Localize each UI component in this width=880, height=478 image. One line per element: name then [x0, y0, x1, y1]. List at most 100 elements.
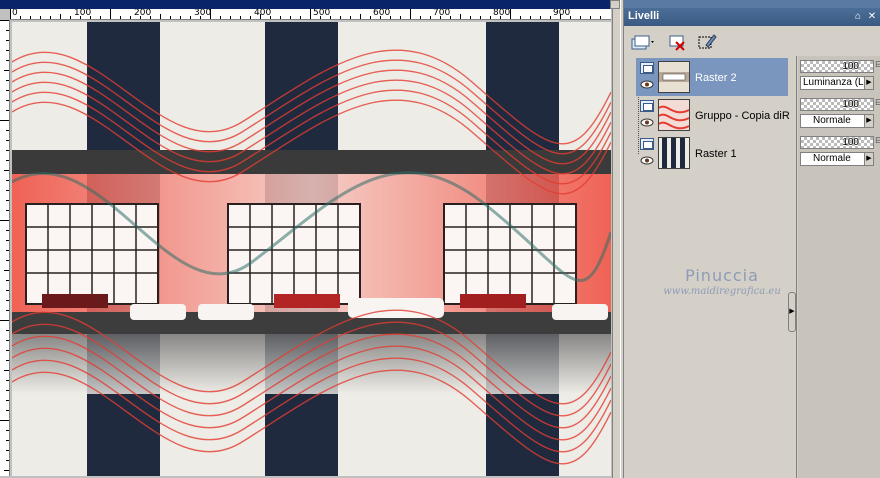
new-layer-icon — [631, 35, 654, 50]
lock-icon[interactable]: ⋿ — [875, 60, 880, 72]
ruler-tick — [6, 140, 9, 141]
ruler-tick — [100, 16, 101, 19]
blend-mode-select[interactable]: Luminanza (L) ▶ — [800, 76, 874, 90]
ruler-tick — [80, 16, 81, 19]
ruler-tick — [6, 290, 9, 291]
ruler-tick — [210, 9, 211, 19]
scroll-up-button[interactable] — [610, 0, 620, 9]
layer-properties-column: 100 ⋿ Luminanza (L) ▶ 100 ⋿ Normale ▶ 100 … — [798, 56, 880, 478]
ruler-tick — [470, 16, 471, 19]
ruler-tick — [440, 16, 441, 19]
palette-top-strip — [624, 0, 880, 8]
ruler-label: 100 — [74, 9, 92, 18]
blend-mode-select[interactable]: Normale ▶ — [800, 114, 874, 128]
ruler-label: 700 — [433, 9, 451, 18]
blend-mode-value: Normale — [813, 115, 851, 126]
chevron-right-icon[interactable]: ▶ — [864, 115, 873, 127]
ruler-tick — [6, 160, 9, 161]
opacity-slider[interactable]: 100 — [800, 60, 874, 73]
ruler-tick — [40, 16, 41, 19]
ruler-tick — [390, 16, 391, 19]
ruler-tick — [160, 14, 161, 19]
ruler-tick — [0, 420, 9, 421]
artwork — [12, 22, 611, 476]
layer-type-icon — [640, 100, 654, 112]
ruler-label: 0 — [12, 9, 18, 18]
ruler-tick — [4, 70, 9, 71]
delete-layer-button[interactable] — [666, 31, 688, 53]
ruler-tick — [60, 14, 61, 19]
layer-name: Gruppo - Copia diRaster — [695, 110, 789, 122]
ruler-tick — [70, 16, 71, 19]
layer-thumbnail — [658, 61, 690, 93]
ruler-tick — [130, 16, 131, 19]
ruler-tick — [6, 250, 9, 251]
ruler-tick — [6, 410, 9, 411]
ruler-tick — [6, 240, 9, 241]
watermark-name: Pinuccia — [685, 266, 759, 285]
ruler-tick — [480, 16, 481, 19]
chevron-right-icon[interactable]: ▶ — [864, 77, 873, 89]
eye-icon[interactable] — [640, 80, 654, 89]
ruler-tick — [6, 60, 9, 61]
ruler-tick — [360, 14, 361, 19]
ruler-tick — [150, 16, 151, 19]
document-image[interactable] — [12, 22, 611, 476]
layer-row-raster-2[interactable]: Raster 2 — [636, 58, 788, 96]
ruler-tick — [6, 310, 9, 311]
blend-mode-select[interactable]: Normale ▶ — [800, 152, 874, 166]
eye-icon[interactable] — [640, 156, 654, 165]
ruler-tick — [530, 16, 531, 19]
ruler-label: 500 — [313, 9, 331, 18]
chevron-right-icon[interactable]: ▶ — [864, 153, 873, 165]
lock-icon[interactable]: ⋿ — [875, 136, 880, 148]
collapse-handle[interactable]: ▶ — [788, 292, 796, 332]
ruler-tick — [90, 16, 91, 19]
ruler-tick — [6, 100, 9, 101]
ruler-tick — [0, 120, 9, 121]
ruler-tick — [330, 16, 331, 19]
opacity-slider[interactable]: 100 — [800, 98, 874, 111]
vertical-scrollbar[interactable] — [612, 9, 620, 478]
ruler-label: 300 — [194, 9, 212, 18]
lock-icon[interactable]: ⋿ — [875, 98, 880, 110]
ruler-tick — [120, 16, 121, 19]
ruler-tick — [240, 16, 241, 19]
ruler-tick — [6, 260, 9, 261]
layer-type-icon — [640, 138, 654, 150]
ruler-tick — [450, 16, 451, 19]
eye-icon[interactable] — [640, 118, 654, 127]
ruler-tick — [250, 16, 251, 19]
palette-titlebar[interactable]: Livelli ⌂ ✕ — [624, 8, 880, 26]
layer-row-raster-1[interactable]: Raster 1 — [636, 134, 788, 172]
opacity-slider[interactable]: 100 — [800, 136, 874, 149]
ruler-tick — [290, 16, 291, 19]
ruler-tick — [410, 9, 411, 19]
layer-props-gruppo: 100 ⋿ Normale ▶ — [798, 96, 880, 134]
document-titlebar[interactable] — [0, 0, 620, 9]
close-icon[interactable]: ✕ — [866, 11, 878, 23]
ruler-tick — [6, 450, 9, 451]
ruler-tick — [0, 220, 9, 221]
edit-selection-button[interactable] — [696, 31, 718, 53]
ruler-tick — [20, 16, 21, 19]
layer-row-gruppo[interactable]: Gruppo - Copia diRaster — [636, 96, 789, 134]
ruler-tick — [420, 16, 421, 19]
ruler-tick — [6, 430, 9, 431]
ruler-tick — [430, 16, 431, 19]
ruler-tick — [370, 16, 371, 19]
ruler-tick — [260, 14, 261, 19]
watermark: Pinuccia www.maidiregrafica.eu — [636, 266, 808, 297]
watermark-url: www.maidiregrafica.eu — [663, 286, 781, 297]
new-layer-button[interactable] — [628, 31, 658, 53]
ruler-tick — [6, 30, 9, 31]
ruler-tick — [6, 180, 9, 181]
ruler-tick — [200, 16, 201, 19]
ruler-tick — [6, 40, 9, 41]
ruler-tick — [6, 210, 9, 211]
layer-type-icon — [640, 62, 654, 74]
pin-icon[interactable]: ⌂ — [852, 11, 864, 23]
layer-name: Raster 1 — [695, 148, 737, 160]
ruler-tick — [140, 16, 141, 19]
ruler-tick — [490, 16, 491, 19]
